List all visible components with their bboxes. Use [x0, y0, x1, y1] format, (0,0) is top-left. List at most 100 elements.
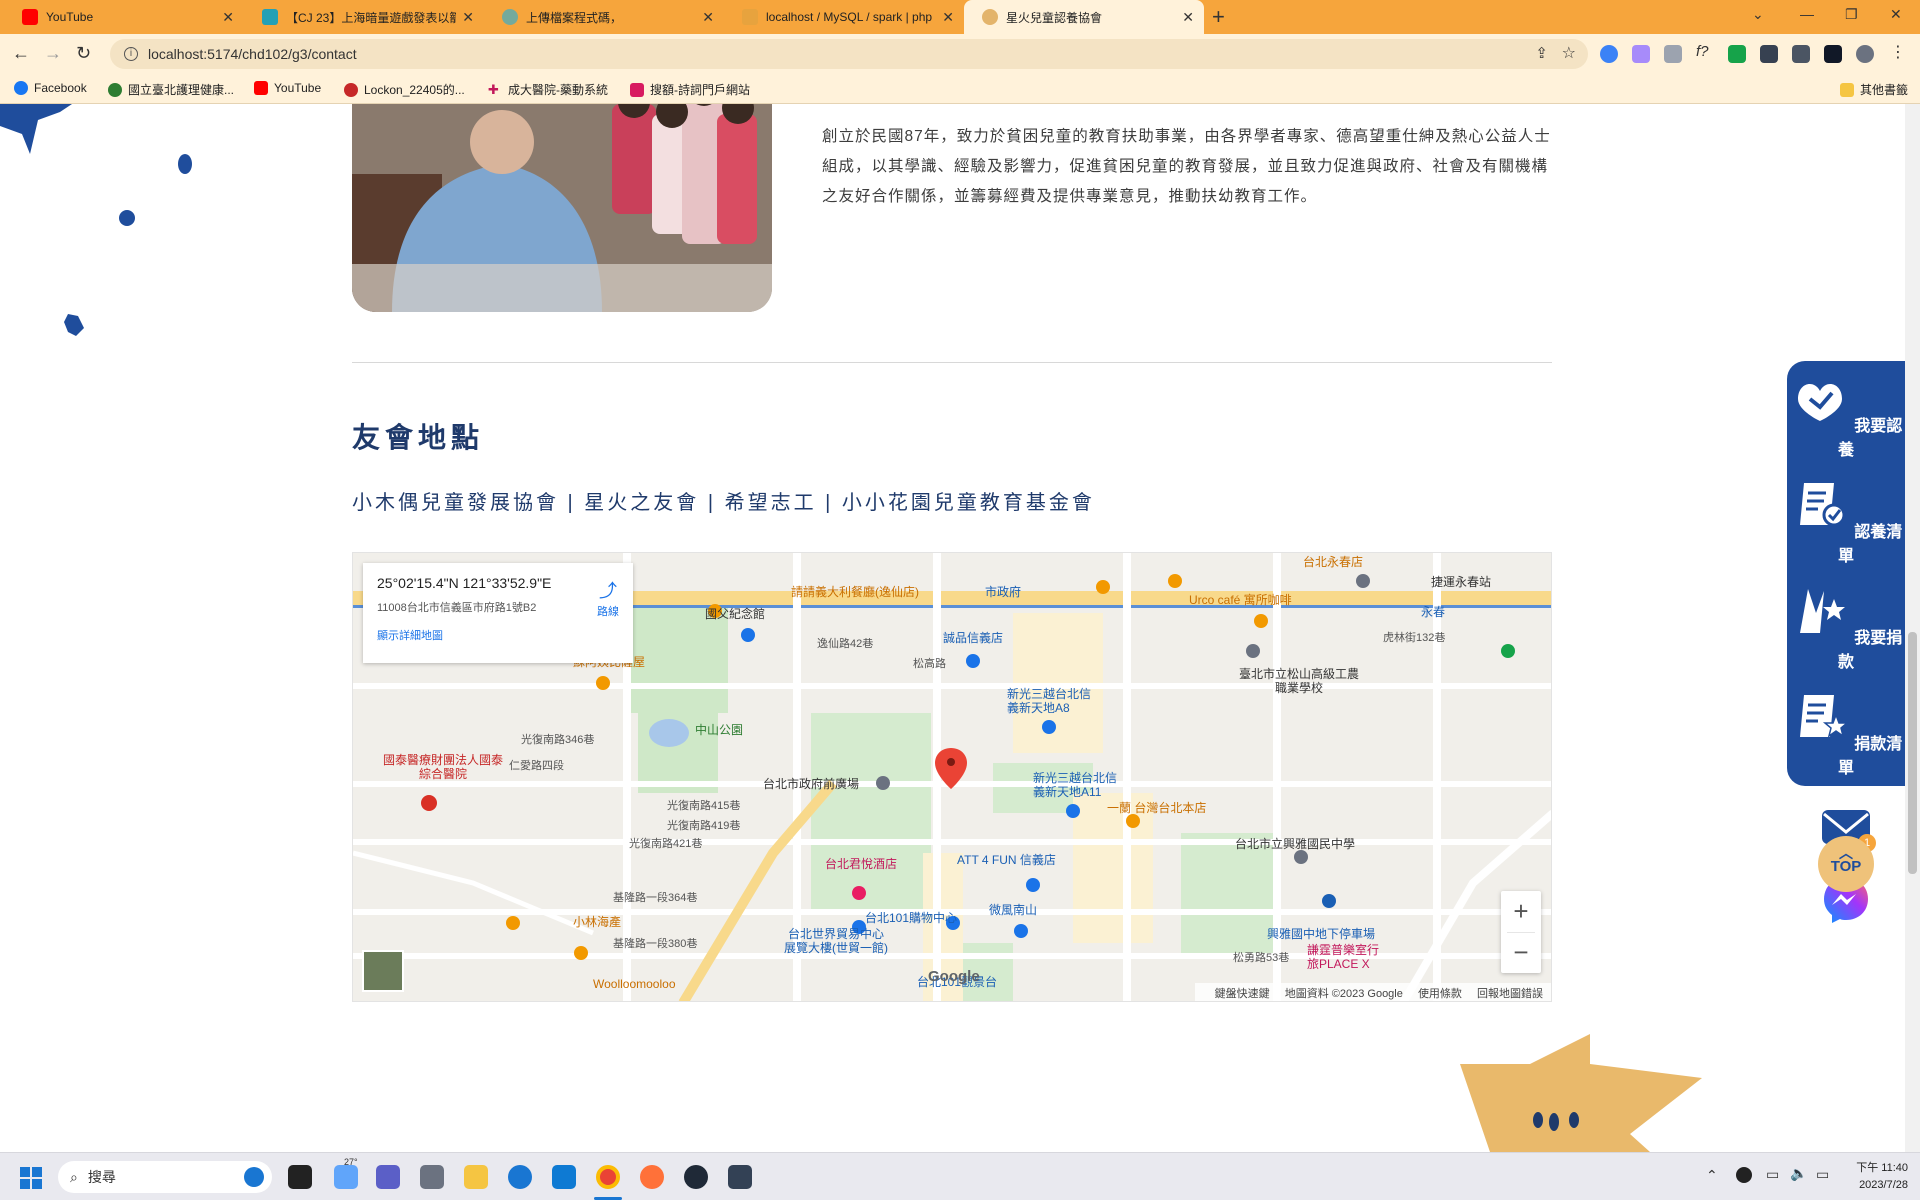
bookmark-star-icon[interactable]: ☆: [1562, 43, 1576, 63]
menu-icon[interactable]: ⋮: [1890, 42, 1908, 61]
donation-list-icon: [1799, 695, 1849, 738]
map-label: 虎林街132巷: [1383, 632, 1446, 644]
system-clock[interactable]: 下午 11:40 2023/7/28: [1856, 1160, 1908, 1194]
minimize-button[interactable]: —: [1800, 6, 1814, 22]
taskbar-search[interactable]: ⌕ 搜尋: [58, 1161, 272, 1193]
extension-icon[interactable]: [1664, 45, 1682, 63]
bookmark-youtube[interactable]: YouTube: [254, 81, 321, 95]
directions-button[interactable]: ⤴ 路線: [597, 577, 619, 619]
close-tab-icon[interactable]: ✕: [942, 9, 954, 26]
avatar[interactable]: [1856, 45, 1874, 63]
view-larger-map-link[interactable]: 顯示詳細地圖: [377, 627, 619, 643]
donation-list-button[interactable]: 捐款清單: [1787, 689, 1905, 778]
firefox-icon[interactable]: [640, 1165, 664, 1189]
bookmark-lockon[interactable]: Lockon_22405的...: [344, 81, 465, 98]
share-icon[interactable]: ⇪: [1535, 44, 1548, 62]
back-button[interactable]: ←: [12, 43, 30, 64]
tray-icon[interactable]: [1736, 1167, 1752, 1183]
chrome-icon[interactable]: [596, 1165, 620, 1189]
battery-icon[interactable]: ▭: [1816, 1166, 1829, 1183]
sidepanel-icon[interactable]: [1824, 45, 1842, 63]
extension-icon[interactable]: [1632, 45, 1650, 63]
file-explorer-icon[interactable]: [464, 1165, 488, 1189]
restore-button[interactable]: ❐: [1845, 6, 1858, 23]
address-bar[interactable]: i localhost:5174/chd102/g3/contact ⇪ ☆: [110, 39, 1588, 69]
map-label: 光復南路419巷: [667, 820, 741, 832]
top-label: TOP: [1830, 858, 1862, 875]
tab-youtube[interactable]: YouTube ✕: [4, 0, 244, 34]
map-coordinates: 25°02'15.4"N 121°33'52.9"E: [377, 575, 552, 591]
directions-label: 路線: [597, 606, 619, 618]
terms-link[interactable]: 使用條款: [1418, 988, 1462, 1000]
windows-start-icon[interactable]: [20, 1167, 42, 1189]
map-footer: 鍵盤快速鍵 地圖資料 ©2023 Google 使用條款 回報地圖錯誤: [1194, 983, 1551, 1001]
url-text: localhost:5174/chd102/g3/contact: [148, 46, 357, 62]
chatgpt-icon: [502, 9, 518, 25]
tab-upload-code[interactable]: 上傳檔案程式碼， ✕: [484, 0, 724, 34]
chevron-up-icon[interactable]: ⌃: [1706, 1167, 1718, 1184]
bing-icon[interactable]: [244, 1167, 264, 1187]
bookmark-facebook[interactable]: Facebook: [14, 81, 87, 95]
heart-hand-icon: [1797, 384, 1842, 421]
app-icon[interactable]: [684, 1165, 708, 1189]
puzzle-icon[interactable]: [1760, 45, 1778, 63]
forward-button[interactable]: →: [44, 43, 62, 64]
bookmark-poetry[interactable]: 搜額-詩詞門戶網站: [630, 81, 750, 98]
map-label: 謙霆普樂室行旅PLACE X: [1307, 943, 1380, 971]
page-scrollbar[interactable]: [1905, 104, 1920, 1152]
extension-icon[interactable]: [1728, 45, 1746, 63]
network-icon[interactable]: ▭: [1766, 1166, 1779, 1183]
bookmark-label: 國立臺北護理健康...: [128, 83, 235, 97]
map-label: 捷運永春站: [1431, 575, 1492, 589]
back-to-top-button[interactable]: ︿ TOP: [1818, 836, 1874, 892]
donate-button[interactable]: 我要捐款: [1787, 583, 1905, 672]
media-icon[interactable]: [1792, 45, 1810, 63]
calculator-icon[interactable]: [420, 1165, 444, 1189]
tab-title: YouTube: [46, 10, 94, 24]
teams-icon[interactable]: [376, 1165, 400, 1189]
new-tab-button[interactable]: +: [1212, 4, 1225, 30]
section-subtitle: 小木偶兒童發展協會 | 星火之友會 | 希望志工 | 小小花園兒童教育基金會: [352, 492, 1095, 514]
report-error-link[interactable]: 回報地圖錯誤: [1477, 988, 1543, 1000]
bookmark-label: 成大醫院-藥動系統: [508, 83, 608, 97]
bookmark-ncku[interactable]: ✚ 成大醫院-藥動系統: [488, 81, 608, 98]
site-info-icon[interactable]: i: [124, 47, 138, 61]
tab-phpmyadmin[interactable]: localhost / MySQL / spark | php ✕: [724, 0, 964, 34]
app-icon[interactable]: [728, 1165, 752, 1189]
map-label: 國父紀念館: [705, 607, 766, 621]
app-icon[interactable]: [508, 1165, 532, 1189]
adopt-button[interactable]: 我要認養: [1787, 371, 1905, 460]
bookmark-ntunhs[interactable]: 國立臺北護理健康...: [108, 81, 234, 98]
keyboard-shortcuts-link[interactable]: 鍵盤快速鍵: [1215, 988, 1270, 1000]
close-tab-icon[interactable]: ✕: [702, 9, 714, 26]
close-window-button[interactable]: ✕: [1890, 6, 1902, 23]
map-label: 台北101購物中心: [865, 911, 958, 925]
adopt-list-button[interactable]: 認養清單: [1787, 477, 1905, 566]
zoom-out-button[interactable]: −: [1501, 932, 1541, 973]
zoom-in-button[interactable]: +: [1501, 891, 1541, 932]
close-tab-icon[interactable]: ✕: [1182, 9, 1194, 26]
google-map[interactable]: 國父紀念館 市政府 誠品信義店 中山公園 台北市政府前廣場 新光三越台北信義新天…: [352, 552, 1552, 1002]
checklist-icon: [1799, 483, 1846, 527]
formula-icon[interactable]: f?: [1696, 43, 1714, 61]
reload-button[interactable]: ↻: [76, 43, 91, 64]
bookmark-label: YouTube: [274, 81, 322, 95]
other-bookmarks[interactable]: 其他書籤: [1840, 81, 1908, 98]
map-label: 光復南路346巷: [521, 734, 595, 746]
tab-active-site[interactable]: 星火兒童認養協會 ✕: [964, 0, 1204, 34]
map-label: 光復南路415巷: [667, 800, 741, 812]
close-tab-icon[interactable]: ✕: [462, 9, 474, 26]
widgets-icon[interactable]: [334, 1165, 358, 1189]
tab-search-icon[interactable]: ⌄: [1752, 6, 1764, 23]
search-icon: ⌕: [70, 1168, 78, 1185]
site-icon: [262, 9, 278, 25]
vscode-icon[interactable]: [552, 1165, 576, 1189]
extension-icon[interactable]: [1600, 45, 1618, 63]
facebook-icon: [14, 81, 28, 95]
tab-cj23[interactable]: 【CJ 23】上海暗量遊戲發表以籠 ✕: [244, 0, 484, 34]
task-view-icon[interactable]: [288, 1165, 312, 1189]
bookmarks-bar: Facebook 國立臺北護理健康... YouTube Lockon_2240…: [0, 74, 1920, 104]
scrollbar-thumb[interactable]: [1908, 632, 1917, 874]
close-tab-icon[interactable]: ✕: [222, 9, 234, 26]
volume-icon[interactable]: 🔈: [1790, 1165, 1807, 1182]
